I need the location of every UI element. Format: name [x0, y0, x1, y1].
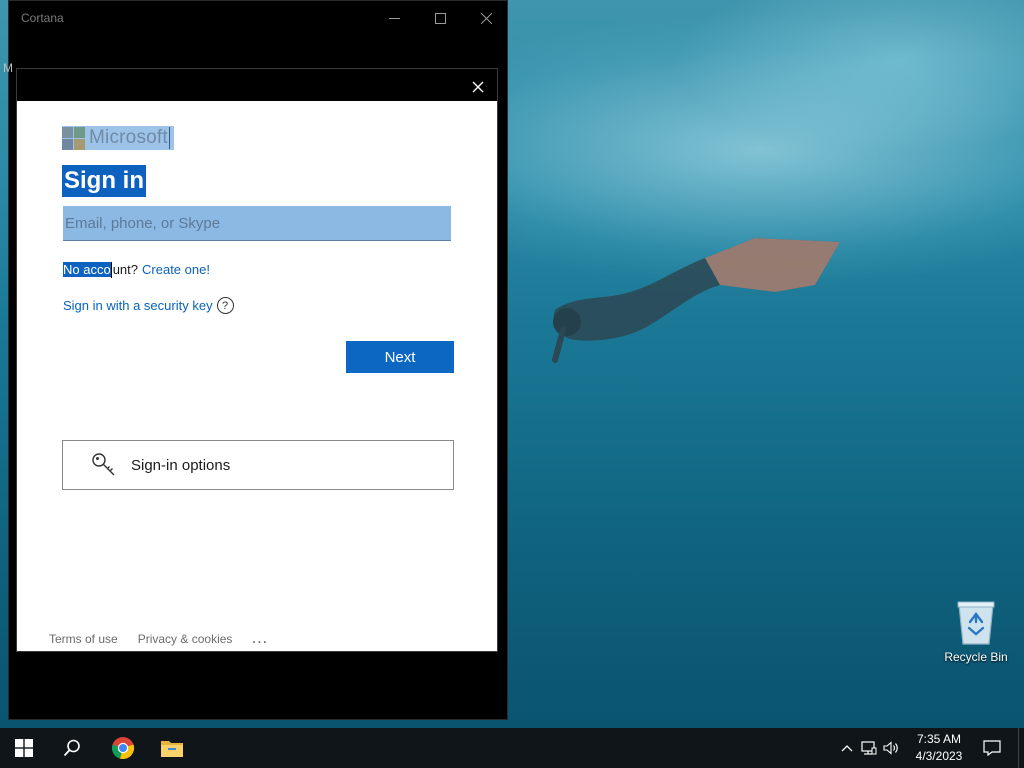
help-icon[interactable]: ? [216, 297, 234, 314]
microsoft-squares-icon [62, 126, 85, 150]
signin-dialog: Microsoft Sign in Email, phone, or Skype… [16, 68, 498, 652]
volume-icon [883, 741, 898, 755]
minimize-icon [388, 17, 400, 19]
microsoft-wordmark: Microsoft [89, 127, 168, 148]
signin-options-button[interactable]: Sign-in options [62, 440, 454, 490]
create-account-link[interactable]: Create one! [142, 262, 210, 277]
system-tray [836, 728, 902, 768]
close-icon [472, 81, 484, 93]
window-title: Cortana [21, 11, 64, 25]
chrome-taskbar-button[interactable] [99, 728, 147, 768]
chevron-up-icon [841, 745, 853, 752]
clock[interactable]: 7:35 AM 4/3/2023 [908, 731, 970, 765]
email-field[interactable]: Email, phone, or Skype [63, 206, 451, 241]
windows-start-icon [15, 739, 33, 757]
footer: Terms of use Privacy & cookies ... [49, 632, 288, 646]
taskbar: 7:35 AM 4/3/2023 [0, 728, 1024, 768]
minimize-button[interactable] [371, 7, 417, 29]
page-title: Sign in [62, 165, 146, 197]
diver-image [552, 238, 840, 363]
recycle-bin-label: Recycle Bin [944, 650, 1008, 664]
action-center-icon [983, 740, 1001, 756]
security-key-link[interactable]: Sign in with a security key [63, 298, 213, 313]
start-button[interactable] [0, 728, 48, 768]
security-key-row: Sign in with a security key ? [63, 297, 234, 314]
show-hidden-icons-button[interactable] [836, 728, 858, 768]
close-icon [480, 12, 492, 24]
microsoft-logo: Microsoft [62, 126, 174, 150]
no-account-row: No acco unt? Create one! [63, 261, 210, 278]
clock-time: 7:35 AM [916, 732, 962, 746]
signin-options-label: Sign-in options [131, 456, 231, 474]
text-caret [168, 127, 170, 149]
recycle-bin[interactable]: Recycle Bin [940, 600, 1012, 664]
close-button[interactable] [463, 7, 509, 29]
email-placeholder: Email, phone, or Skype [65, 214, 221, 232]
action-center-button[interactable] [976, 728, 1008, 768]
no-account-selected-text: No acco [63, 261, 111, 277]
ibeam-cursor-icon [110, 262, 113, 278]
show-desktop-button[interactable] [1018, 728, 1024, 768]
chrome-icon [112, 737, 135, 760]
network-icon [861, 741, 877, 755]
clock-date: 4/3/2023 [915, 749, 963, 763]
cortana-side-text: M [3, 61, 13, 75]
cortana-titlebar[interactable]: Cortana [9, 1, 507, 35]
network-button[interactable] [858, 728, 880, 768]
search-button[interactable] [48, 728, 96, 768]
privacy-link[interactable]: Privacy & cookies [138, 632, 233, 646]
next-button[interactable]: Next [346, 341, 454, 373]
file-explorer-taskbar-button[interactable] [148, 728, 196, 768]
no-account-text: unt? [112, 261, 139, 277]
signin-panel: Microsoft Sign in Email, phone, or Skype… [17, 101, 497, 651]
dialog-close-button[interactable] [465, 75, 491, 99]
maximize-icon [434, 12, 446, 24]
more-options-button[interactable]: ... [252, 632, 268, 646]
terms-link[interactable]: Terms of use [49, 632, 118, 646]
maximize-button[interactable] [417, 7, 463, 29]
search-icon [63, 739, 80, 757]
volume-button[interactable] [880, 728, 902, 768]
recycle-bin-icon [957, 601, 995, 645]
file-explorer-icon [161, 741, 183, 757]
key-icon [91, 452, 117, 478]
